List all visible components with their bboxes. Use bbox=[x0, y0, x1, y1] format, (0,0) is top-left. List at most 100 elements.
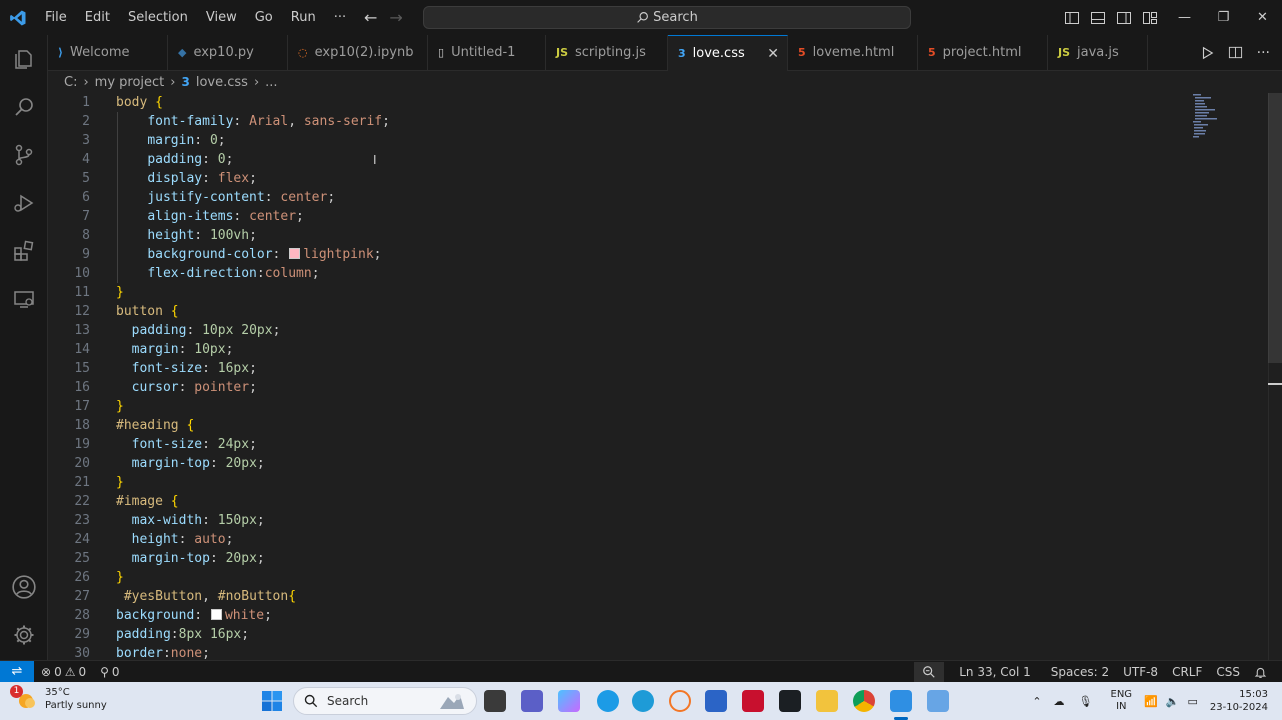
explorer-icon[interactable] bbox=[0, 35, 48, 83]
onedrive-icon[interactable]: ☁ bbox=[1054, 695, 1065, 708]
code-line[interactable]: 21} bbox=[48, 473, 1188, 492]
code-line[interactable]: 17} bbox=[48, 397, 1188, 416]
toggle-secondary-sidebar-icon[interactable] bbox=[1116, 10, 1132, 26]
accounts-icon[interactable] bbox=[0, 563, 48, 611]
battery-icon[interactable]: ▭ bbox=[1187, 695, 1197, 708]
volume-icon[interactable]: 🔈 bbox=[1166, 695, 1180, 708]
tab-java-js[interactable]: JS java.js bbox=[1048, 35, 1148, 70]
code-line[interactable]: 18 #heading { bbox=[48, 416, 1188, 435]
edge-icon[interactable] bbox=[632, 690, 654, 712]
ports-indicator[interactable]: ⚲ 0 bbox=[93, 665, 126, 679]
end-of-line[interactable]: CRLF bbox=[1165, 665, 1209, 679]
code-line[interactable]: 12 button { bbox=[48, 302, 1188, 321]
mcafee-icon[interactable] bbox=[742, 690, 764, 712]
minimize-icon[interactable]: — bbox=[1165, 0, 1204, 35]
code-line[interactable]: 8 height: 100vh; bbox=[48, 226, 1188, 245]
cursor-position[interactable]: Ln 33, Col 1 bbox=[952, 665, 1038, 679]
tab-exp10-py[interactable]: ◆ exp10.py bbox=[168, 35, 288, 70]
file-explorer-icon[interactable] bbox=[816, 690, 838, 712]
code-line[interactable]: 4 padding: 0; bbox=[48, 150, 1188, 169]
weather-widget[interactable]: 1 35°C Partly sunny bbox=[10, 685, 107, 712]
code-editor[interactable]: I 1 body {2 font-family: Arial, sans-seri… bbox=[48, 93, 1268, 660]
code-line[interactable]: 20 margin-top: 20px; bbox=[48, 454, 1188, 473]
copilot-icon[interactable] bbox=[558, 690, 580, 712]
github-icon[interactable] bbox=[779, 690, 801, 712]
code-line[interactable]: 23 max-width: 150px; bbox=[48, 511, 1188, 530]
code-line[interactable]: 28 background: white; bbox=[48, 606, 1188, 625]
menu-edit[interactable]: Edit bbox=[76, 0, 119, 35]
jupyter-icon[interactable] bbox=[669, 690, 691, 712]
code-line[interactable]: 25 margin-top: 20px; bbox=[48, 549, 1188, 568]
scrollbar-thumb[interactable] bbox=[1268, 93, 1282, 363]
code-line[interactable]: 6 justify-content: center; bbox=[48, 188, 1188, 207]
close-window-icon[interactable]: ✕ bbox=[1243, 0, 1282, 35]
color-swatch-icon[interactable] bbox=[289, 248, 301, 259]
task-view-icon[interactable] bbox=[484, 690, 506, 712]
customize-layout-icon[interactable] bbox=[1142, 10, 1158, 26]
edge-dev-icon[interactable] bbox=[597, 690, 619, 712]
vscode-taskbar-icon[interactable] bbox=[890, 690, 912, 712]
back-arrow-icon[interactable]: ← bbox=[364, 8, 377, 27]
chevron-up-icon[interactable]: ⌃ bbox=[1032, 695, 1041, 708]
tab-welcome[interactable]: ⟩ Welcome bbox=[48, 35, 168, 70]
notifications-bell-icon[interactable] bbox=[1247, 666, 1274, 679]
tab-loveme-html[interactable]: 5 loveme.html bbox=[788, 35, 918, 70]
store-icon[interactable] bbox=[705, 690, 727, 712]
code-line[interactable]: 13 padding: 10px 20px; bbox=[48, 321, 1188, 340]
code-line[interactable]: 16 cursor: pointer; bbox=[48, 378, 1188, 397]
remote-indicator-icon[interactable]: ⇌ bbox=[0, 660, 34, 683]
windows-start-icon[interactable] bbox=[261, 690, 283, 712]
code-line[interactable]: 9 background-color: lightpink; bbox=[48, 245, 1188, 264]
code-line[interactable]: 30 border:none; bbox=[48, 644, 1188, 660]
code-line[interactable]: 26} bbox=[48, 568, 1188, 587]
code-line[interactable]: 11} bbox=[48, 283, 1188, 302]
code-line[interactable]: 29 padding:8px 16px; bbox=[48, 625, 1188, 644]
chrome-icon[interactable] bbox=[853, 690, 875, 712]
breadcrumb-drive[interactable]: C: bbox=[64, 75, 77, 90]
breadcrumb-symbol[interactable]: ... bbox=[265, 75, 277, 90]
restore-icon[interactable]: ❐ bbox=[1204, 0, 1243, 35]
more-actions-icon[interactable]: ··· bbox=[1257, 45, 1270, 61]
code-line[interactable]: 1 body { bbox=[48, 93, 1188, 112]
file-encoding[interactable]: UTF-8 bbox=[1116, 665, 1165, 679]
code-line[interactable]: 27 #yesButton, #noButton{ bbox=[48, 587, 1188, 606]
wifi-icon[interactable]: 📶 bbox=[1144, 695, 1158, 708]
menu-selection[interactable]: Selection bbox=[119, 0, 197, 35]
code-line[interactable]: 24 height: auto; bbox=[48, 530, 1188, 549]
breadcrumb-file[interactable]: love.css bbox=[196, 75, 248, 90]
toggle-panel-icon[interactable] bbox=[1090, 10, 1106, 26]
teams-icon[interactable] bbox=[521, 690, 543, 712]
code-line[interactable]: 22 #image { bbox=[48, 492, 1188, 511]
code-line[interactable]: 3 margin: 0; bbox=[48, 131, 1188, 150]
tab-scripting-js[interactable]: JS scripting.js bbox=[546, 35, 668, 70]
code-line[interactable]: 15 font-size: 16px; bbox=[48, 359, 1188, 378]
zoom-icon[interactable] bbox=[914, 661, 945, 683]
menu-view[interactable]: View bbox=[197, 0, 246, 35]
settings-gear-icon[interactable] bbox=[0, 611, 48, 659]
menu-file[interactable]: File bbox=[36, 0, 76, 35]
minimap[interactable] bbox=[1191, 93, 1217, 138]
code-line[interactable]: 5 display: flex; bbox=[48, 169, 1188, 188]
color-swatch-icon[interactable] bbox=[210, 609, 222, 620]
language-indicator[interactable]: ENG IN bbox=[1111, 689, 1133, 713]
language-mode[interactable]: CSS bbox=[1209, 665, 1247, 679]
breadcrumb-folder[interactable]: my project bbox=[95, 75, 165, 90]
code-line[interactable]: 19 font-size: 24px; bbox=[48, 435, 1188, 454]
code-line[interactable]: 14 margin: 10px; bbox=[48, 340, 1188, 359]
microphone-icon[interactable]: 🎙 bbox=[1079, 695, 1093, 708]
command-center-search[interactable]: Search bbox=[423, 6, 911, 29]
close-tab-icon[interactable]: ✕ bbox=[767, 46, 779, 62]
code-line[interactable]: 7 align-items: center; bbox=[48, 207, 1188, 226]
snipping-tool-icon[interactable] bbox=[927, 690, 949, 712]
code-line[interactable]: 10 flex-direction:column; bbox=[48, 264, 1188, 283]
source-control-icon[interactable] bbox=[0, 131, 48, 179]
forward-arrow-icon[interactable]: → bbox=[389, 8, 402, 27]
menu-run[interactable]: Run bbox=[282, 0, 325, 35]
tab-untitled-1[interactable]: ▯ Untitled-1 bbox=[428, 35, 546, 70]
menu-more[interactable]: ··· bbox=[325, 0, 355, 35]
remote-explorer-icon[interactable] bbox=[0, 275, 48, 323]
split-editor-icon[interactable] bbox=[1228, 45, 1243, 60]
tab-project-html[interactable]: 5 project.html bbox=[918, 35, 1048, 70]
tab-exp10-2-ipynb[interactable]: ◌ exp10(2).ipynb bbox=[288, 35, 428, 70]
menu-go[interactable]: Go bbox=[246, 0, 282, 35]
